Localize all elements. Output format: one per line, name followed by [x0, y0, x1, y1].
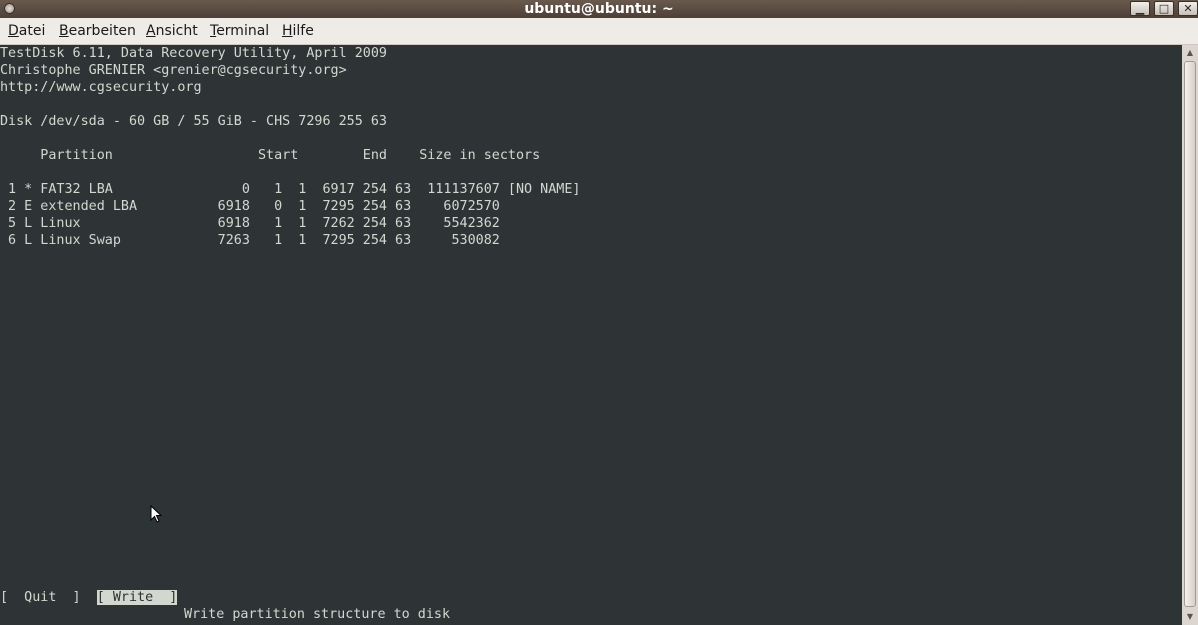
scroll-up-arrow-icon[interactable]: ▲ — [1184, 47, 1196, 59]
menu-hilfe-mnemonic: H — [282, 23, 293, 39]
partition-row: 5 L Linux 6918 1 1 7262 254 63 5542362 — [0, 216, 500, 231]
menu-ansicht-label: nsicht — [155, 23, 198, 39]
partition-row: 2 E extended LBA 6918 0 1 7295 254 63 60… — [0, 199, 500, 214]
write-option[interactable]: [ Write ] — [96, 590, 178, 605]
menu-terminal[interactable]: Terminal — [210, 18, 269, 44]
action-menu: [ Quit ] [ Write ] — [0, 589, 178, 606]
window-title: ubuntu@ubuntu: ~ — [524, 1, 674, 17]
menu-bearbeiten[interactable]: Bearbeiten — [59, 18, 136, 44]
action-description: Write partition structure to disk — [184, 607, 451, 622]
author-line: Christophe GRENIER <grenier@cgsecurity.o… — [0, 63, 347, 78]
menu-datei-mnemonic: D — [8, 23, 19, 39]
scrollbar-thumb[interactable] — [1184, 61, 1196, 607]
maximize-button[interactable]: □ — [1154, 1, 1174, 16]
menu-bearbeiten-mnemonic: B — [59, 23, 69, 39]
vertical-scrollbar[interactable]: ▲ ▼ — [1182, 45, 1198, 625]
minimize-button[interactable]: ▁ — [1130, 1, 1150, 16]
menu-hilfe[interactable]: Hilfe — [282, 18, 314, 44]
close-button[interactable]: ✕ — [1178, 1, 1198, 16]
menu-datei-label: atei — [18, 23, 46, 39]
title-bar[interactable]: ubuntu@ubuntu: ~ ▁ □ ✕ — [0, 0, 1198, 18]
menu-datei[interactable]: Datei — [8, 18, 45, 44]
partition-row: 6 L Linux Swap 7263 1 1 7295 254 63 5300… — [0, 233, 500, 248]
partition-table-header: Partition Start End Size in sectors — [0, 148, 541, 163]
terminal-window: ubuntu@ubuntu: ~ ▁ □ ✕ Datei Bearbeiten … — [0, 0, 1198, 625]
quit-option[interactable]: [ Quit ] — [0, 590, 81, 605]
mouse-pointer-icon — [150, 505, 162, 523]
partition-row: 1 * FAT32 LBA 0 1 1 6917 254 63 11113760… — [0, 182, 581, 197]
menu-ansicht-mnemonic: A — [146, 23, 156, 39]
terminal-area[interactable]: TestDisk 6.11, Data Recovery Utility, Ap… — [0, 45, 1182, 625]
menu-bearbeiten-label: earbeiten — [68, 23, 136, 39]
disk-info: Disk /dev/sda - 60 GB / 55 GiB - CHS 729… — [0, 114, 387, 129]
menu-ansicht[interactable]: Ansicht — [146, 18, 198, 44]
scroll-down-arrow-icon[interactable]: ▼ — [1184, 611, 1196, 623]
menu-bar: Datei Bearbeiten Ansicht Terminal Hilfe — [0, 18, 1198, 45]
menu-terminal-label: erminal — [216, 23, 270, 39]
program-title: TestDisk 6.11, Data Recovery Utility, Ap… — [0, 46, 387, 61]
menu-hilfe-label: ilfe — [292, 23, 314, 39]
website-line: http://www.cgsecurity.org — [0, 80, 202, 95]
